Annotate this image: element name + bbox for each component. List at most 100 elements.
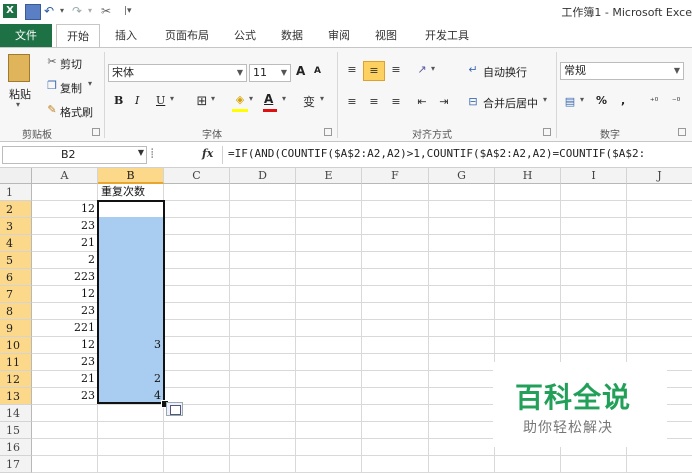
decrease-decimal-icon[interactable]: ⁻⁰ [668,94,684,110]
row-header-4[interactable]: 4 [0,235,32,252]
currency-icon[interactable]: ▤ [562,94,578,110]
column-header-f[interactable]: F [362,168,429,184]
row-header-17[interactable]: 17 [0,456,32,473]
cell-a10[interactable]: 12 [32,337,95,353]
paste-icon[interactable] [8,54,30,82]
row-header-14[interactable]: 14 [0,405,32,422]
customize-tool-icon[interactable]: ✂ [101,4,115,18]
tab-view[interactable]: 视图 [368,24,404,48]
row-header-8[interactable]: 8 [0,303,32,320]
select-all-corner[interactable] [0,168,32,184]
format-painter-button[interactable]: 格式刷 [60,104,93,120]
cut-icon[interactable]: ✂ [44,54,60,70]
name-box[interactable]: B2 ▼ [2,146,147,164]
shrink-font-button[interactable]: A [314,66,321,76]
align-right-icon[interactable]: ≡ [388,94,404,110]
row-header-6[interactable]: 6 [0,269,32,286]
column-header-i[interactable]: I [561,168,627,184]
cell-a8[interactable]: 23 [32,303,95,319]
merge-dropdown-icon[interactable]: ▾ [543,95,547,104]
fill-color-icon[interactable]: ◈ [232,92,248,108]
row-header-2[interactable]: 2 [0,201,32,218]
underline-dropdown-icon[interactable]: ▾ [170,94,174,103]
undo-icon[interactable]: ↶ [44,4,58,18]
cell-a9[interactable]: 221 [32,320,95,336]
paste-options-icon[interactable] [166,402,183,416]
cell-a6[interactable]: 223 [32,269,95,285]
phonetic-button[interactable]: 变 [303,93,315,110]
copy-dropdown-icon[interactable]: ▾ [88,79,92,88]
borders-dropdown-icon[interactable]: ▾ [211,94,215,103]
cell-a3[interactable]: 23 [32,218,95,234]
italic-button[interactable]: I [135,94,139,107]
align-top-icon[interactable]: ≡ [344,62,360,78]
increase-indent-icon[interactable]: ⇥ [436,94,452,110]
row-header-16[interactable]: 16 [0,439,32,456]
row-header-15[interactable]: 15 [0,422,32,439]
merge-center-icon[interactable]: ⊟ [465,94,481,110]
column-header-d[interactable]: D [230,168,296,184]
font-color-button[interactable]: A [264,92,273,106]
font-launcher-icon[interactable] [324,128,332,136]
align-center-icon[interactable]: ≡ [366,94,382,110]
currency-dropdown-icon[interactable]: ▾ [580,95,584,104]
redo-icon[interactable]: ↷ [72,4,86,18]
orientation-dropdown-icon[interactable]: ▾ [431,64,435,73]
wrap-text-button[interactable]: 自动换行 [483,64,527,80]
wrap-text-icon[interactable]: ↵ [465,62,481,78]
increase-decimal-icon[interactable]: ⁺⁰ [646,94,662,110]
cell-a11[interactable]: 23 [32,354,95,370]
number-format-combo[interactable]: 常规 ▼ [560,62,684,80]
cut-button[interactable]: 剪切 [60,56,82,72]
tab-formulas[interactable]: 公式 [227,24,263,48]
align-left-icon[interactable]: ≡ [344,94,360,110]
format-painter-icon[interactable]: ✎ [44,102,60,118]
percent-button[interactable]: % [596,94,607,107]
redo-dropdown-icon[interactable]: ▾ [88,4,102,18]
cell-a13[interactable]: 23 [32,388,95,404]
cell-a12[interactable]: 21 [32,371,95,387]
tab-review[interactable]: 审阅 [321,24,357,48]
cell-b1[interactable]: 重复次数 [101,184,145,200]
cell-a5[interactable]: 2 [32,252,95,268]
paste-dropdown-icon[interactable]: ▾ [16,100,20,109]
row-header-1[interactable]: 1 [0,184,32,201]
borders-icon[interactable]: ⊞ [194,94,210,110]
fill-color-dropdown-icon[interactable]: ▾ [249,94,253,103]
tab-file[interactable]: 文件 [0,24,52,48]
formula-input[interactable]: =IF(AND(COUNTIF($A$2:A2,A2)>1,COUNTIF($A… [228,147,645,160]
insert-function-icon[interactable]: fx [202,147,213,160]
qat-customize-icon[interactable]: |▾ [124,4,138,18]
copy-button[interactable]: 复制 [60,80,82,96]
column-header-e[interactable]: E [296,168,362,184]
formula-bar-grip-icon[interactable]: ⁞ [150,146,154,162]
font-color-dropdown-icon[interactable]: ▾ [282,94,286,103]
underline-button[interactable]: U [156,94,165,107]
save-icon[interactable] [25,4,41,20]
row-header-3[interactable]: 3 [0,218,32,235]
cell-a2[interactable]: 12 [32,201,95,217]
merge-center-button[interactable]: 合并后居中 [483,95,538,111]
row-header-7[interactable]: 7 [0,286,32,303]
tab-page-layout[interactable]: 页面布局 [158,24,216,48]
number-launcher-icon[interactable] [678,128,686,136]
align-middle-icon[interactable]: ≡ [363,61,385,81]
cell-a7[interactable]: 12 [32,286,95,302]
copy-icon[interactable]: ❐ [44,78,60,94]
clipboard-launcher-icon[interactable] [92,128,100,136]
comma-button[interactable]: , [621,94,625,107]
row-header-10[interactable]: 10 [0,337,32,354]
tab-insert[interactable]: 插入 [108,24,144,48]
column-header-j[interactable]: J [627,168,692,184]
row-header-13[interactable]: 13 [0,388,32,405]
cell-a4[interactable]: 21 [32,235,95,251]
alignment-launcher-icon[interactable] [543,128,551,136]
decrease-indent-icon[interactable]: ⇤ [414,94,430,110]
column-header-b[interactable]: B [98,168,164,184]
row-header-9[interactable]: 9 [0,320,32,337]
row-header-12[interactable]: 12 [0,371,32,388]
column-header-g[interactable]: G [429,168,495,184]
column-header-h[interactable]: H [495,168,561,184]
phonetic-dropdown-icon[interactable]: ▾ [320,94,324,103]
grow-font-button[interactable]: A [296,64,305,78]
